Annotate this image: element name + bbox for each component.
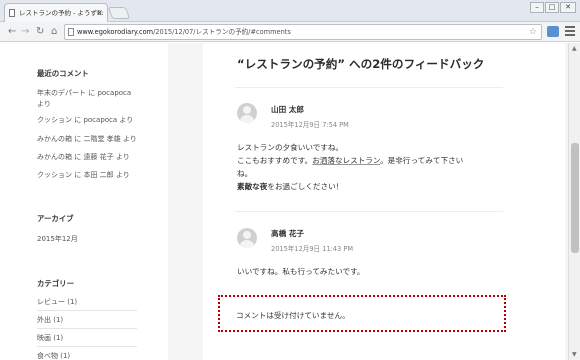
category-link[interactable]: レビュー (1) <box>37 294 137 311</box>
recent-comment-author[interactable]: 二階堂 孝雄 <box>83 135 120 143</box>
bookmark-star-icon[interactable]: ☆ <box>529 25 537 39</box>
window-controls: – □ ✕ <box>530 2 576 13</box>
divider <box>235 211 503 212</box>
recent-comment-item: クッション に pocapoca より <box>37 115 133 126</box>
scroll-thumb[interactable] <box>571 143 579 253</box>
tab-close-icon[interactable]: × <box>96 4 103 22</box>
close-window-button[interactable]: ✕ <box>560 2 576 13</box>
recent-comment-post[interactable]: みかんの箱 <box>37 153 72 161</box>
comment-date[interactable]: 2015年12月9日 7:54 PM <box>271 119 349 129</box>
sidebar: 最近のコメント 年末のデパート に pocapoca より クッション に po… <box>0 43 168 360</box>
archive-link[interactable]: 2015年12月 <box>37 234 78 245</box>
url-domain: www.egokorodiary.com <box>77 28 154 36</box>
tab-title: レストランの予約 - ようずB: <box>19 9 104 17</box>
recent-comment-sep: に <box>72 153 84 161</box>
comment-bold-text: 素敵な夜 <box>237 182 268 191</box>
main-content: “レストランの予約” への2件のフィードバック 山田 太郎 2015年12月9日… <box>203 43 565 360</box>
recent-comment-suffix: より <box>37 100 51 108</box>
comment-text: ここもおすすめです。 <box>237 156 313 165</box>
recent-comment-sep: に <box>86 89 98 97</box>
recent-comment-author[interactable]: pocapoca <box>83 116 117 124</box>
recent-comment-post[interactable]: クッション <box>37 116 72 124</box>
avatar <box>237 228 257 248</box>
menu-icon[interactable] <box>565 26 575 37</box>
recent-comment-item: みかんの箱 に 遠藤 花子 より <box>37 152 130 163</box>
recent-comment-suffix: より <box>113 171 130 179</box>
camera-extension-icon[interactable] <box>547 26 559 37</box>
url-path: /2015/12/07/レストランの予約/#comments <box>153 28 291 36</box>
divider <box>235 87 503 88</box>
category-link[interactable]: 食べ物 (1) <box>37 348 137 360</box>
recent-comment-suffix: より <box>113 153 130 161</box>
maximize-button[interactable]: □ <box>545 2 559 13</box>
comment-author: 山田 太郎 <box>271 105 305 114</box>
categories-title: カテゴリー <box>37 279 74 288</box>
restaurant-link[interactable]: お洒落なレストラン <box>312 156 380 165</box>
home-icon[interactable]: ⌂ <box>51 24 57 40</box>
page-icon <box>68 28 74 36</box>
recent-comments-title: 最近のコメント <box>37 69 89 78</box>
category-link[interactable]: 映画 (1) <box>37 330 137 347</box>
scroll-up-arrow-icon[interactable]: ▲ <box>572 45 577 52</box>
comment-text: をお過ごしください！ <box>267 182 344 191</box>
reload-icon[interactable]: ↻ <box>36 24 44 40</box>
address-bar[interactable]: www.egokorodiary.com/2015/12/07/レストランの予約… <box>64 24 542 40</box>
recent-comment-suffix: より <box>117 116 134 124</box>
recent-comment-post[interactable]: 年末のデパート <box>37 89 86 97</box>
comments-closed-notice: コメントは受け付けていません。 <box>236 311 350 320</box>
scroll-down-arrow-icon[interactable]: ▼ <box>572 351 577 358</box>
forward-arrow-icon[interactable]: → <box>21 24 29 40</box>
browser-tab[interactable]: レストランの予約 - ようずB: × <box>4 3 108 22</box>
back-arrow-icon[interactable]: ← <box>8 24 16 40</box>
recent-comment-item: みかんの箱 に 二階堂 孝雄 より <box>37 134 137 145</box>
avatar <box>237 103 257 123</box>
recent-comment-author[interactable]: pocapoca <box>97 89 131 97</box>
comment-line: ね。 <box>237 169 253 178</box>
recent-comment-sep: に <box>72 116 84 124</box>
comment-line: 素敵な夜をお過ごしください！ <box>237 180 499 193</box>
recent-comment-sep: に <box>72 135 84 143</box>
recent-comment-item: クッション に 本田 二郎 より <box>37 170 130 181</box>
archives-title: アーカイブ <box>37 214 74 223</box>
recent-comment-author[interactable]: 本田 二郎 <box>83 171 113 179</box>
minimize-button[interactable]: – <box>530 2 544 13</box>
comment-text: 。是非行ってみて下さい <box>380 156 464 165</box>
comment-line: ここもおすすめです。お洒落なレストラン。是非行ってみて下さい <box>237 154 499 167</box>
browser-titlebar: レストランの予約 - ようずB: × – □ ✕ <box>0 0 580 22</box>
browser-toolbar: ← → ↻ ⌂ www.egokorodiary.com/2015/12/07/… <box>0 22 580 42</box>
recent-comment-sep: に <box>72 171 84 179</box>
page-icon <box>9 9 15 17</box>
recent-comment-post[interactable]: クッション <box>37 171 72 179</box>
category-link[interactable]: 外出 (1) <box>37 312 137 329</box>
comment-line: レストランの夕食いいですね。 <box>237 143 344 152</box>
comment-line: いいですね。私も行ってみたいです。 <box>237 267 365 276</box>
comment-body: レストランの夕食いいですね。 ここもおすすめです。お洒落なレストラン。是非行って… <box>237 141 499 193</box>
scrollbar[interactable]: ▲ ▼ <box>568 43 580 360</box>
page-viewport: 最近のコメント 年末のデパート に pocapoca より クッション に po… <box>0 43 568 360</box>
new-tab-button[interactable] <box>107 7 131 19</box>
comment-author: 高橋 花子 <box>271 229 305 238</box>
recent-comment-suffix: より <box>120 135 137 143</box>
recent-comment-author[interactable]: 遠藤 花子 <box>83 153 113 161</box>
comment-date[interactable]: 2015年12月9日 11:43 PM <box>271 243 353 253</box>
comments-title: “レストランの予約” への2件のフィードバック <box>237 57 485 71</box>
recent-comment-item: 年末のデパート に pocapoca より <box>37 88 137 110</box>
recent-comment-post[interactable]: みかんの箱 <box>37 135 72 143</box>
comment-body: いいですね。私も行ってみたいです。 <box>237 265 499 278</box>
